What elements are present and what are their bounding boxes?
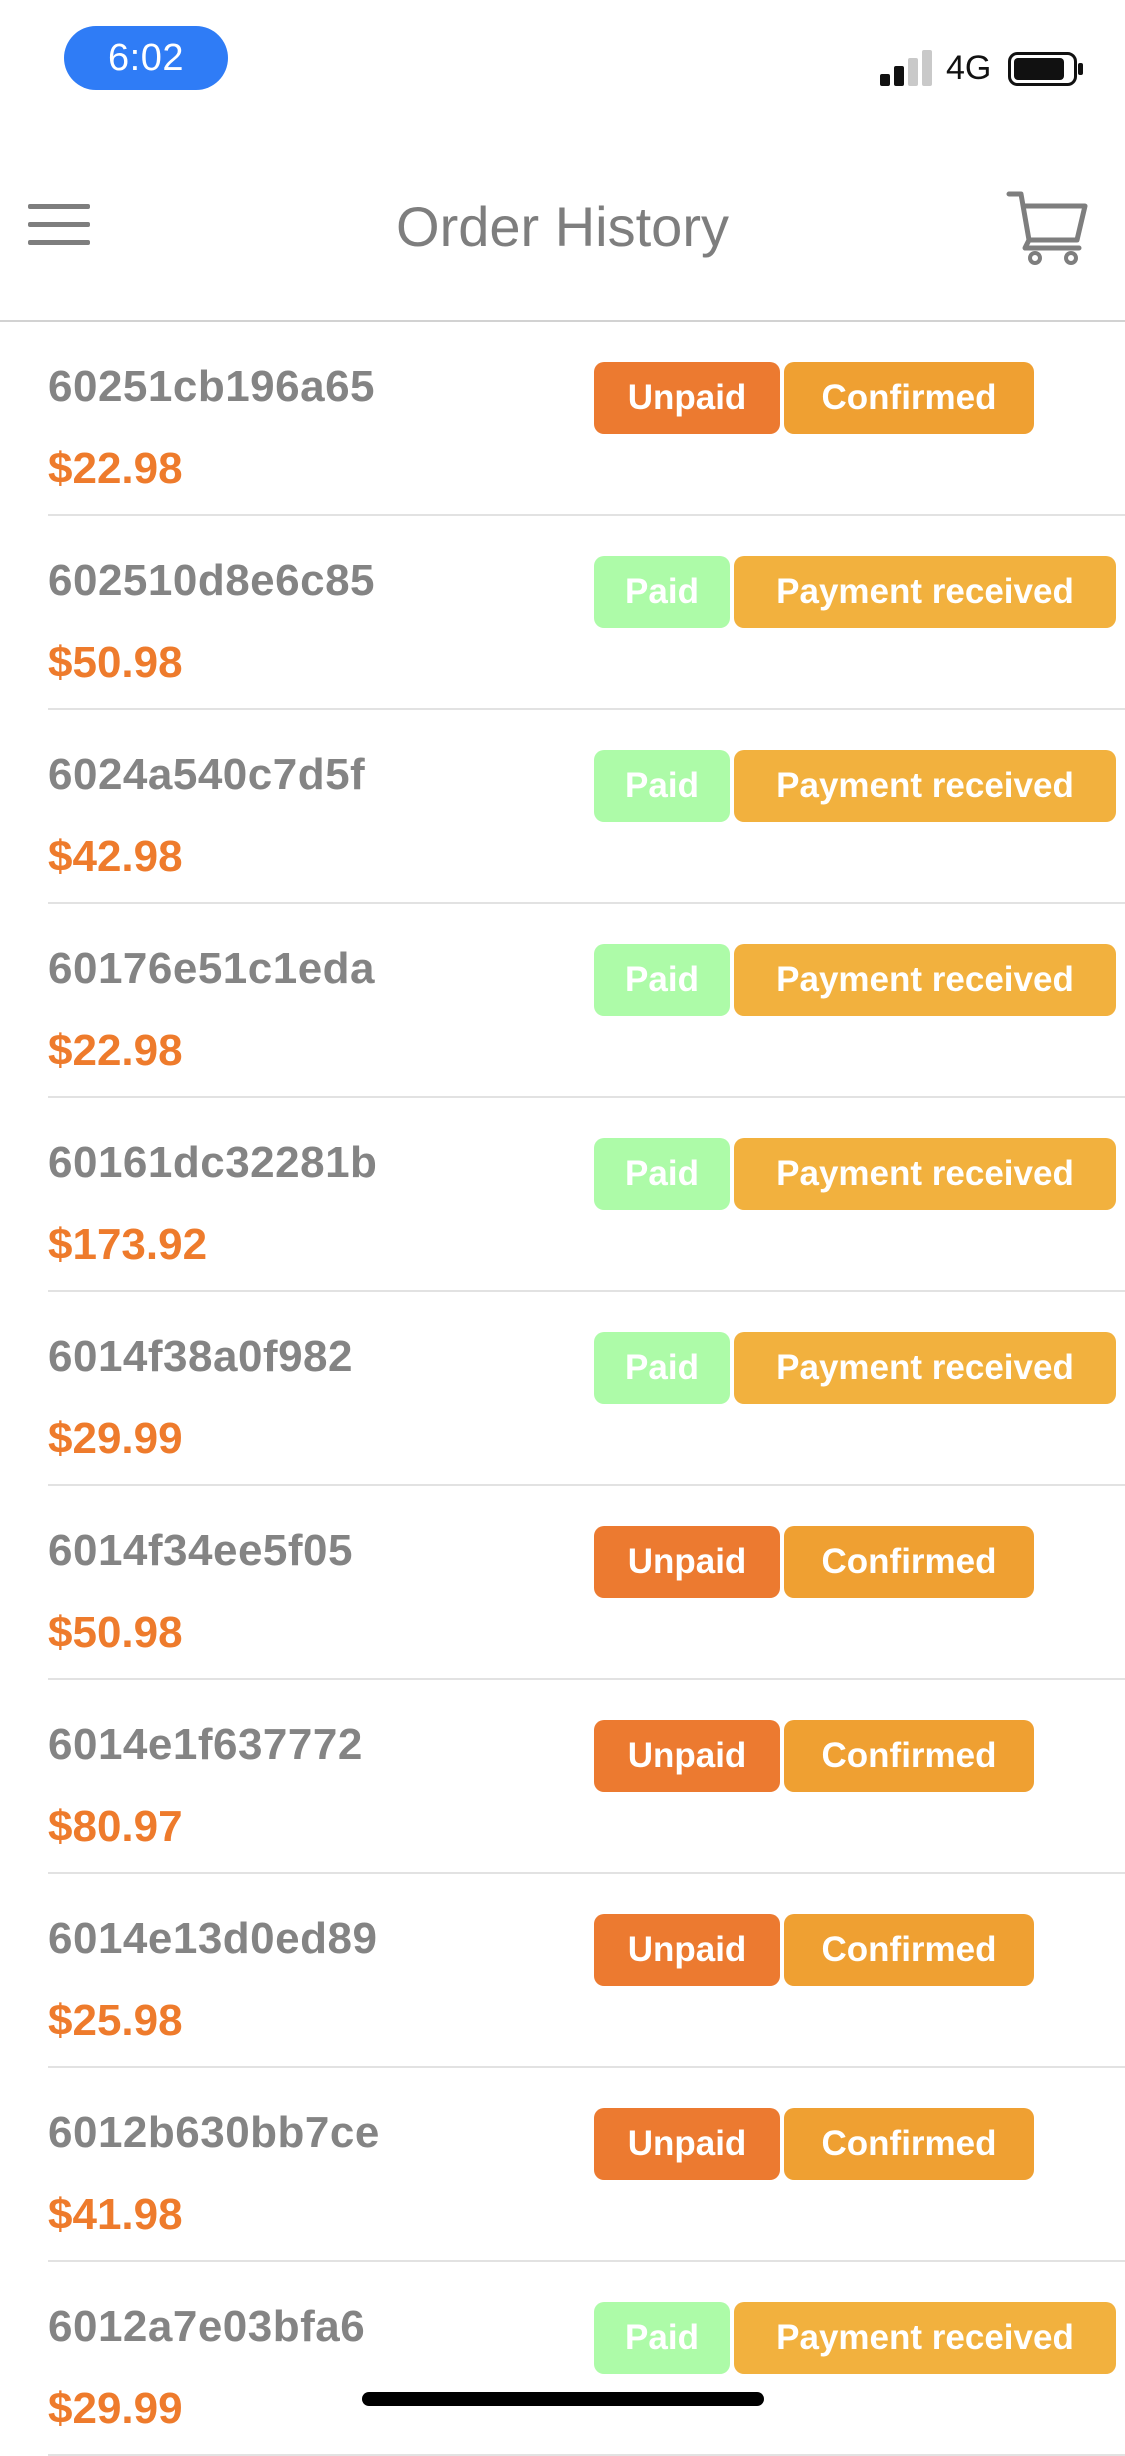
battery-icon (1008, 52, 1083, 86)
order-status-badge: Confirmed (784, 1914, 1034, 1986)
order-status-badge: Confirmed (784, 2108, 1034, 2180)
order-row[interactable]: 6014f38a0f982 $29.99 Paid Payment received (48, 1292, 1125, 1486)
payment-status-badge: Paid (594, 1138, 730, 1210)
payment-status-badge: Paid (594, 750, 730, 822)
order-badges: Paid Payment received (594, 944, 1120, 1016)
order-list: 60251cb196a65 $22.98 Unpaid Confirmed 602510… (0, 322, 1125, 2456)
order-id: 6014e13d0ed89 (48, 1914, 378, 1963)
order-status-badge: Payment received (734, 556, 1116, 628)
payment-status-badge: Paid (594, 2302, 730, 2374)
order-status-badge: Payment received (734, 2302, 1116, 2374)
order-status-badge: Payment received (734, 750, 1116, 822)
signal-bars-icon (880, 50, 932, 86)
order-badges: Paid Payment received (594, 1332, 1120, 1404)
order-total: $22.98 (48, 1026, 183, 1075)
order-id: 6024a540c7d5f (48, 750, 366, 799)
shopping-cart-icon (1006, 191, 1088, 265)
order-id: 60251cb196a65 (48, 362, 376, 411)
order-row[interactable]: 60251cb196a65 $22.98 Unpaid Confirmed (48, 322, 1125, 516)
payment-status-badge: Unpaid (594, 1914, 780, 1986)
order-id: 6012a7e03bfa6 (48, 2302, 366, 2351)
status-time[interactable]: 6:02 (64, 26, 228, 90)
payment-status-badge: Unpaid (594, 362, 780, 434)
order-badges: Paid Payment received (594, 1138, 1120, 1210)
order-row[interactable]: 602510d8e6c85 $50.98 Paid Payment received (48, 516, 1125, 710)
order-status-badge: Confirmed (784, 1526, 1034, 1598)
payment-status-badge: Paid (594, 1332, 730, 1404)
order-id: 6014e1f637772 (48, 1720, 363, 1769)
status-bar: 6:02 4G (0, 0, 1125, 130)
order-total: $22.98 (48, 444, 183, 493)
order-badges: Unpaid Confirmed (594, 362, 1038, 434)
payment-status-badge: Unpaid (594, 1526, 780, 1598)
order-total: $80.97 (48, 1802, 183, 1851)
order-total: $41.98 (48, 2190, 183, 2239)
payment-status-badge: Paid (594, 944, 730, 1016)
order-badges: Unpaid Confirmed (594, 1720, 1038, 1792)
order-row[interactable]: 6014f34ee5f05 $50.98 Unpaid Confirmed (48, 1486, 1125, 1680)
order-badges: Unpaid Confirmed (594, 1526, 1038, 1598)
order-badges: Unpaid Confirmed (594, 2108, 1038, 2180)
order-status-badge: Payment received (734, 944, 1116, 1016)
order-total: $173.92 (48, 1220, 208, 1269)
order-badges: Paid Payment received (594, 2302, 1120, 2374)
order-status-badge: Confirmed (784, 362, 1034, 434)
cart-button[interactable] (1005, 182, 1091, 268)
order-status-badge: Payment received (734, 1138, 1116, 1210)
order-id: 6014f34ee5f05 (48, 1526, 353, 1575)
order-id: 6014f38a0f982 (48, 1332, 353, 1381)
order-badges: Unpaid Confirmed (594, 1914, 1038, 1986)
order-row[interactable]: 6012a7e03bfa6 $29.99 Paid Payment received (48, 2262, 1125, 2456)
order-total: $50.98 (48, 1608, 183, 1657)
order-row[interactable]: 6014e13d0ed89 $25.98 Unpaid Confirmed (48, 1874, 1125, 2068)
order-badges: Paid Payment received (594, 750, 1120, 822)
order-row[interactable]: 6014e1f637772 $80.97 Unpaid Confirmed (48, 1680, 1125, 1874)
page-title: Order History (396, 195, 729, 258)
order-total: $29.99 (48, 1414, 183, 1463)
order-row[interactable]: 6024a540c7d5f $42.98 Paid Payment received (48, 710, 1125, 904)
home-indicator[interactable] (362, 2392, 764, 2406)
order-total: $42.98 (48, 832, 183, 881)
payment-status-badge: Unpaid (594, 2108, 780, 2180)
order-row[interactable]: 6012b630bb7ce $41.98 Unpaid Confirmed (48, 2068, 1125, 2262)
order-status-badge: Payment received (734, 1332, 1116, 1404)
payment-status-badge: Paid (594, 556, 730, 628)
order-status-badge: Confirmed (784, 1720, 1034, 1792)
order-id: 6012b630bb7ce (48, 2108, 380, 2157)
order-badges: Paid Payment received (594, 556, 1120, 628)
order-total: $29.99 (48, 2384, 183, 2433)
order-id: 60176e51c1eda (48, 944, 376, 993)
order-row[interactable]: 60161dc32281b $173.92 Paid Payment received (48, 1098, 1125, 1292)
nav-bar: Order History (0, 130, 1125, 322)
order-id: 60161dc32281b (48, 1138, 378, 1187)
payment-status-badge: Unpaid (594, 1720, 780, 1792)
order-row[interactable]: 60176e51c1eda $22.98 Paid Payment received (48, 904, 1125, 1098)
order-total: $25.98 (48, 1996, 183, 2045)
order-total: $50.98 (48, 638, 183, 687)
network-type: 4G (946, 49, 992, 87)
order-id: 602510d8e6c85 (48, 556, 376, 605)
